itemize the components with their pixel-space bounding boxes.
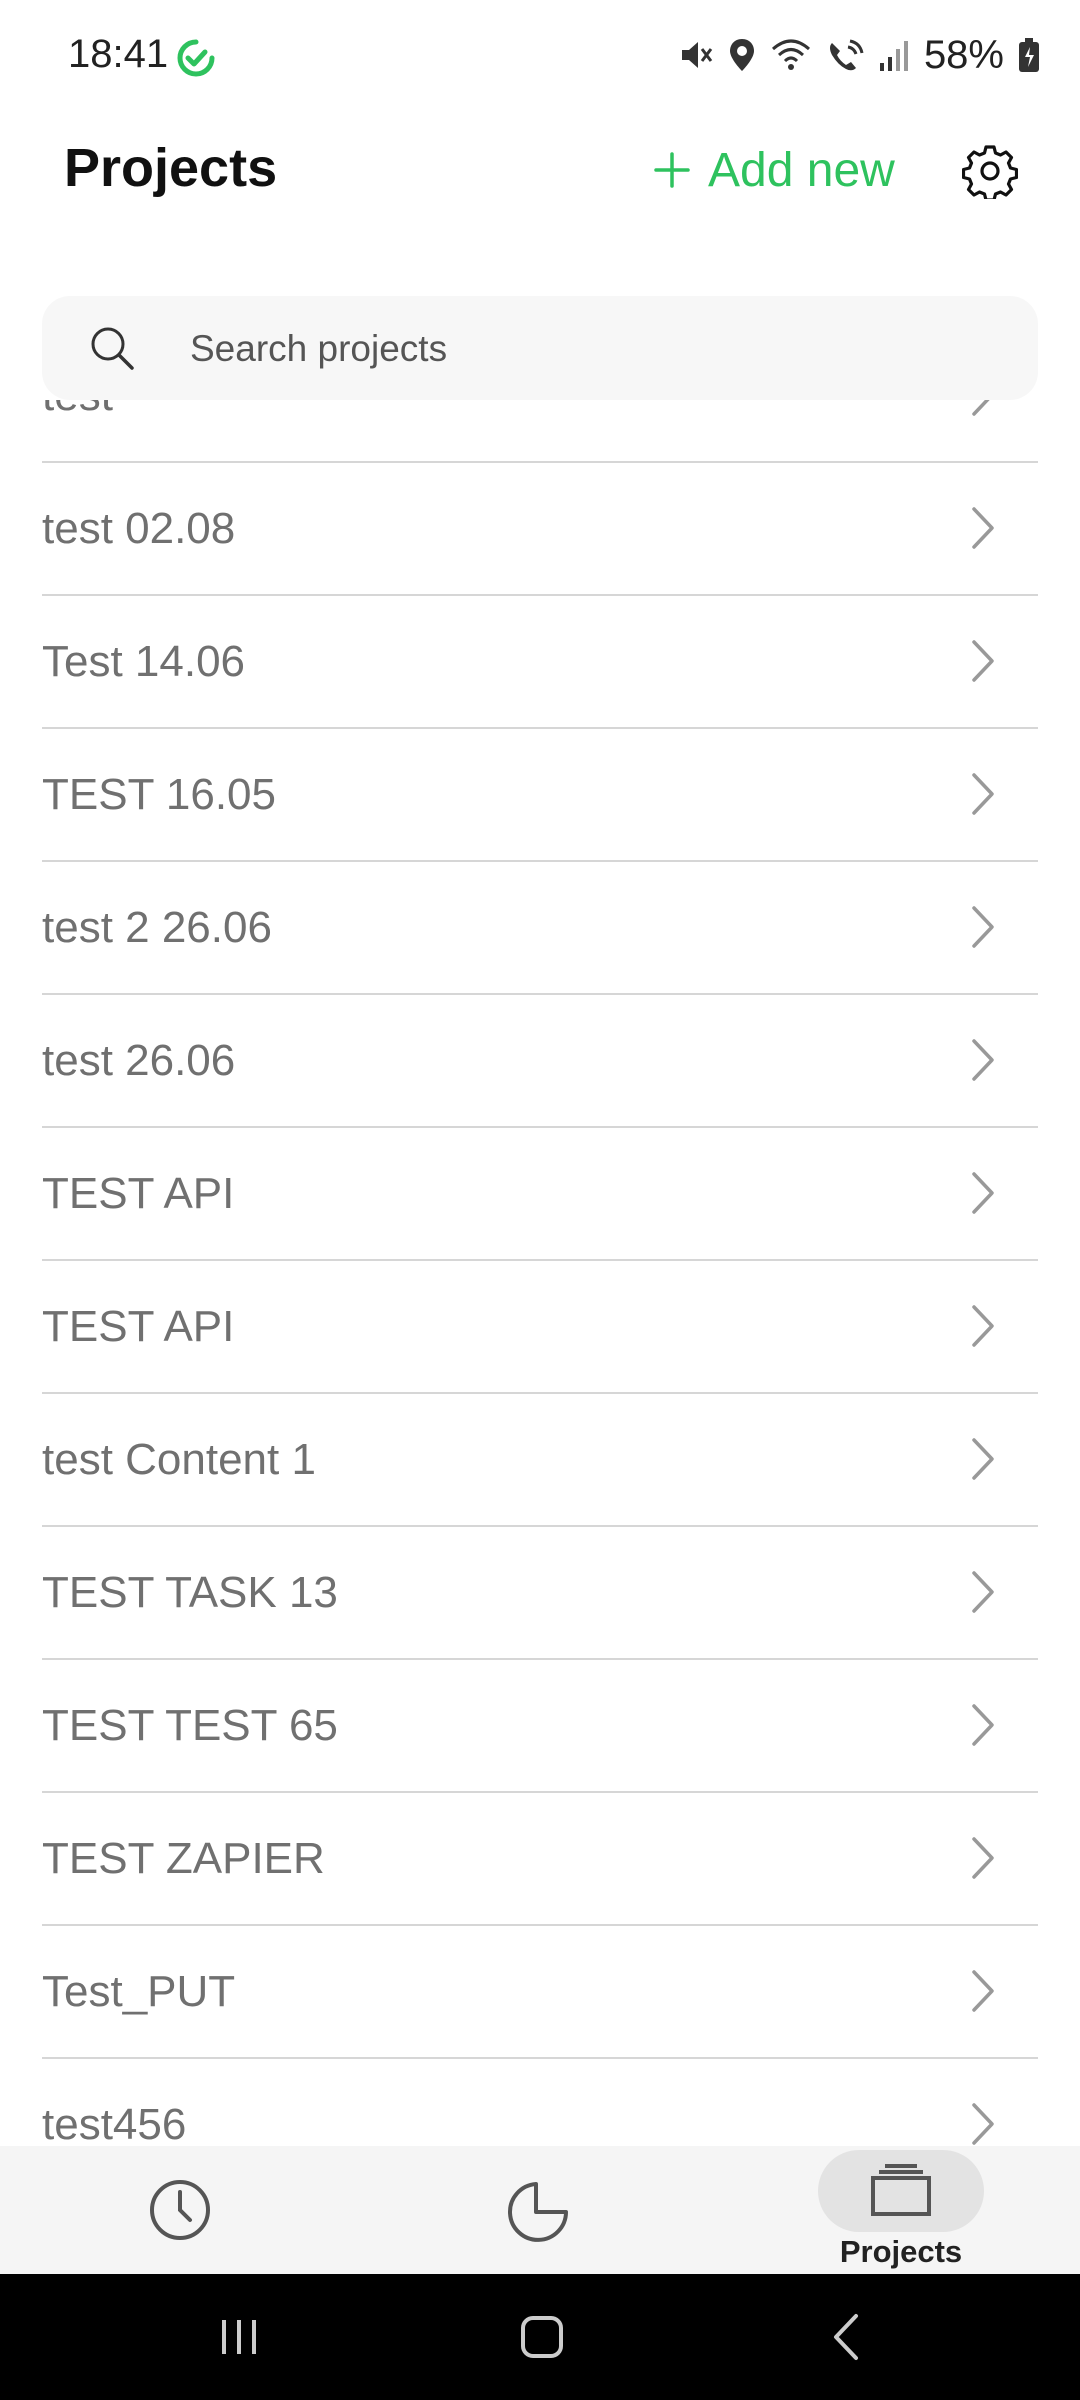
- signal-icon: [879, 41, 908, 71]
- project-list-item[interactable]: test: [42, 400, 1038, 463]
- search-input[interactable]: [188, 296, 1012, 402]
- project-name: test Content 1: [42, 1435, 316, 1484]
- project-name: Test_PUT: [42, 1967, 236, 2016]
- project-list-item[interactable]: Test 14.06: [42, 596, 1038, 729]
- chevron-right-icon: [972, 1970, 994, 2012]
- project-list-item[interactable]: Test_PUT: [42, 1926, 1038, 2059]
- search-bar[interactable]: [42, 296, 1038, 402]
- recent-apps-icon[interactable]: [204, 2304, 274, 2370]
- status-time: 18:41: [68, 32, 169, 76]
- project-name: TEST TASK 13: [42, 1568, 338, 1617]
- status-bar: 18:41 58%: [0, 0, 1080, 115]
- project-name: TEST API: [42, 1169, 235, 1218]
- project-list-item[interactable]: TEST API: [42, 1128, 1038, 1261]
- mute-icon: [681, 42, 713, 68]
- battery-icon: [1019, 38, 1039, 72]
- project-list-item[interactable]: test Content 1: [42, 1394, 1038, 1527]
- nav-projects-label: Projects: [839, 2234, 963, 2269]
- project-name: test: [42, 400, 113, 461]
- project-list-item[interactable]: test456: [42, 2059, 1038, 2146]
- project-list[interactable]: test test 02.08 Test 14.06 TEST 16.05 test 2…: [0, 400, 1080, 2146]
- sync-check-icon: [177, 39, 215, 77]
- project-name: test 02.08: [42, 504, 236, 553]
- project-name: test 26.06: [42, 1036, 236, 1085]
- clock-icon: [150, 2180, 210, 2240]
- battery-percentage: 58%: [923, 32, 1004, 77]
- project-name: TEST TEST 65: [42, 1701, 338, 1750]
- project-list-item[interactable]: TEST API: [42, 1261, 1038, 1394]
- project-list-item[interactable]: test 26.06: [42, 995, 1038, 1128]
- add-new-label: Add new: [708, 143, 895, 197]
- nav-reports-tab[interactable]: [480, 2146, 600, 2274]
- project-list-item[interactable]: TEST ZAPIER: [42, 1793, 1038, 1926]
- chevron-right-icon: [972, 1571, 994, 1613]
- project-list-item[interactable]: TEST 16.05: [42, 729, 1038, 862]
- app-header: Projects Add new: [0, 115, 1080, 230]
- project-list-item[interactable]: test 2 26.06: [42, 862, 1038, 995]
- chevron-right-icon: [972, 773, 994, 815]
- project-list-item[interactable]: test 02.08: [42, 463, 1038, 596]
- chevron-right-icon: [972, 1172, 994, 1214]
- project-list-item[interactable]: TEST TASK 13: [42, 1527, 1038, 1660]
- gear-icon[interactable]: [962, 143, 1018, 199]
- chevron-right-icon: [972, 1438, 994, 1480]
- chevron-right-icon: [972, 1039, 994, 1081]
- nav-projects-tab[interactable]: Projects: [812, 2146, 990, 2274]
- wifi-icon: [771, 39, 810, 70]
- project-name: Test 14.06: [42, 637, 246, 686]
- wifi-call-icon: [829, 39, 864, 71]
- location-icon: [729, 39, 754, 71]
- nav-history-tab[interactable]: [120, 2146, 240, 2274]
- add-new-button[interactable]: Add new: [654, 135, 895, 205]
- chevron-right-icon: [972, 2103, 994, 2145]
- project-name: test 2 26.06: [42, 903, 272, 952]
- plus-icon: [654, 152, 690, 188]
- project-name: TEST 16.05: [42, 770, 276, 819]
- chevron-right-icon: [972, 1704, 994, 1746]
- status-icons: 58%: [678, 30, 1040, 80]
- chevron-right-icon: [972, 400, 990, 416]
- back-icon[interactable]: [810, 2304, 880, 2370]
- project-name: TEST ZAPIER: [42, 1834, 325, 1883]
- project-name: TEST API: [42, 1302, 235, 1351]
- chevron-right-icon: [972, 1305, 994, 1347]
- folders-icon: [871, 2164, 931, 2216]
- bottom-nav: Projects: [0, 2146, 1080, 2274]
- system-nav-bar: [0, 2274, 1080, 2400]
- chevron-right-icon: [972, 640, 994, 682]
- screen: 18:41 58% Projects Add new Search projec…: [0, 0, 1080, 2400]
- page-title: Projects: [64, 138, 278, 198]
- chevron-right-icon: [972, 906, 994, 948]
- chevron-right-icon: [972, 1837, 994, 1879]
- project-name: test456: [42, 2100, 187, 2146]
- project-list-item[interactable]: TEST TEST 65: [42, 1660, 1038, 1793]
- pie-chart-icon: [508, 2182, 568, 2242]
- home-icon[interactable]: [507, 2304, 577, 2370]
- chevron-right-icon: [972, 507, 994, 549]
- search-icon: [91, 327, 134, 370]
